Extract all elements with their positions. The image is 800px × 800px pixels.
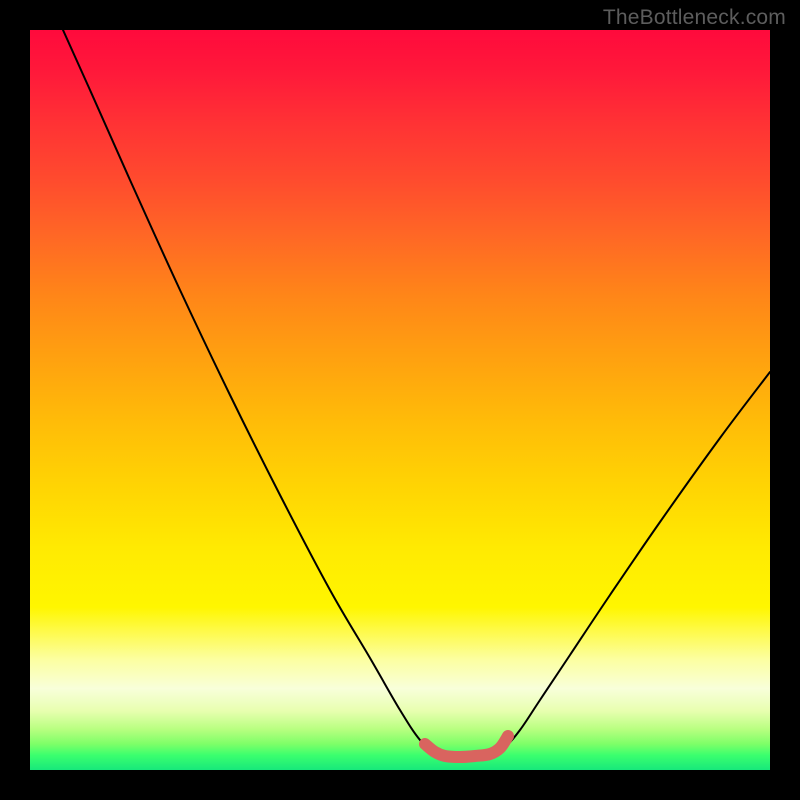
chart-frame: TheBottleneck.com — [0, 0, 800, 800]
watermark-text: TheBottleneck.com — [603, 6, 786, 30]
bottleneck-curve — [63, 30, 770, 757]
plot-area — [30, 30, 770, 770]
trough-highlight — [425, 736, 508, 757]
curve-layer — [30, 30, 770, 770]
